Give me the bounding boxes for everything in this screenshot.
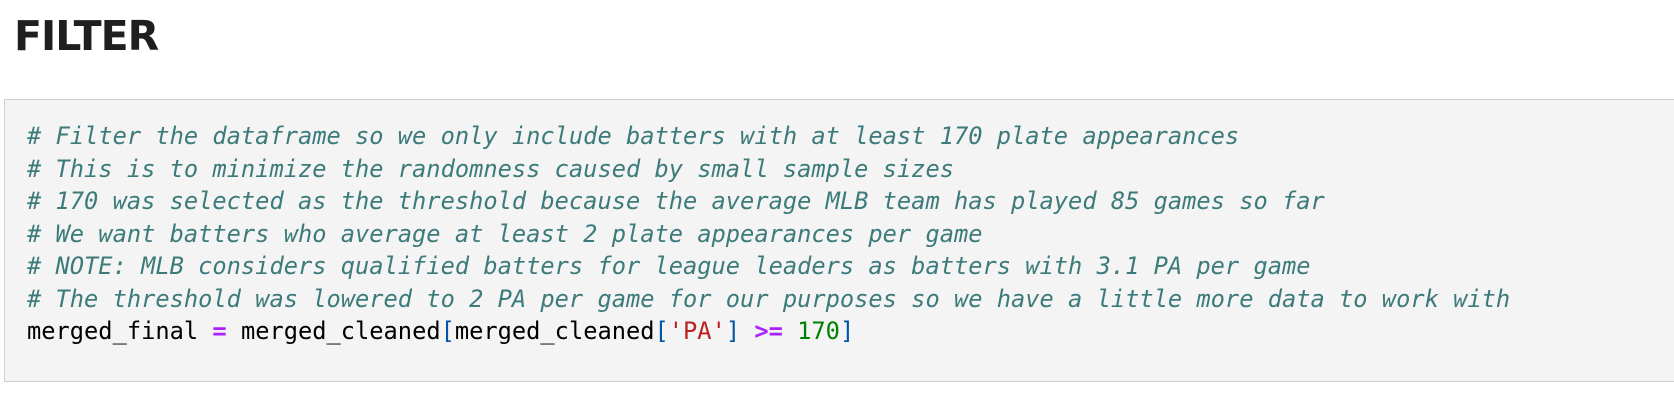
code-editor[interactable]: # Filter the dataframe so we only includ… xyxy=(27,120,1510,348)
section-heading: FILTER xyxy=(14,12,159,60)
variable-source: merged_cleaned xyxy=(240,317,441,345)
assign-operator: = xyxy=(212,317,227,345)
code-statement-line: merged_final = merged_cleaned[merged_cle… xyxy=(27,315,1510,348)
open-bracket: [ xyxy=(440,317,455,345)
inner-close-bracket: ] xyxy=(725,317,741,345)
code-comment-line: # The threshold was lowered to 2 PA per … xyxy=(27,284,1511,313)
code-comment-line: # 170 was selected as the threshold beca… xyxy=(27,187,1325,215)
notebook-page: FILTER # Filter the dataframe so we only… xyxy=(0,0,1674,402)
code-comment-line: # NOTE: MLB considers qualified batters … xyxy=(27,252,1311,280)
code-comment-line: # This is to minimize the randomness cau… xyxy=(27,154,954,183)
code-comment-line: # We want batters who average at least 2… xyxy=(27,219,983,248)
code-cell[interactable]: # Filter the dataframe so we only includ… xyxy=(4,99,1674,382)
code-comment-line: # Filter the dataframe so we only includ… xyxy=(27,122,1240,150)
threshold-number: 170 xyxy=(797,317,840,345)
variable-inner-source: merged_cleaned xyxy=(454,317,655,345)
variable-target: merged_final xyxy=(27,317,199,345)
column-string: 'PA' xyxy=(668,317,726,345)
inner-open-bracket: [ xyxy=(654,317,669,345)
close-bracket: ] xyxy=(839,317,855,345)
compare-operator: >= xyxy=(754,317,783,345)
